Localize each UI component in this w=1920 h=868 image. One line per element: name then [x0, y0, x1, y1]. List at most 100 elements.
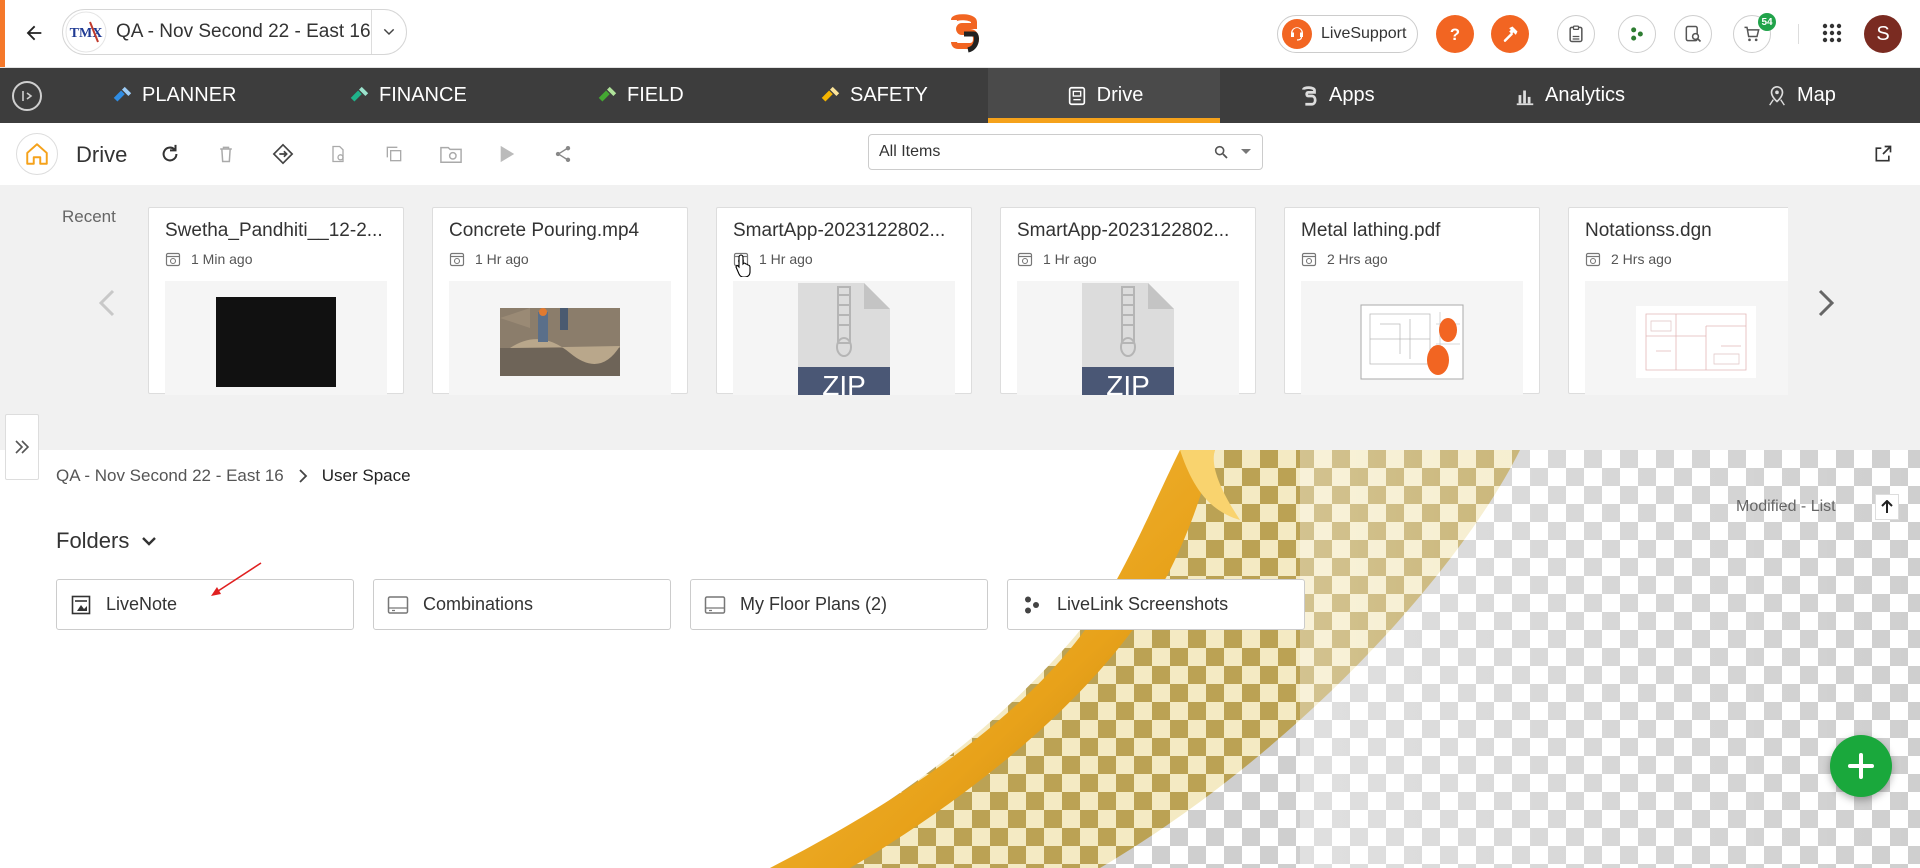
plan-thumbnail [1585, 281, 1788, 395]
share-icon[interactable] [550, 141, 576, 167]
header-divider [1798, 24, 1799, 44]
nav-apps[interactable]: Apps [1297, 68, 1375, 123]
card-title: Concrete Pouring.mp4 [449, 220, 640, 241]
hand-cursor-icon [735, 254, 751, 277]
help-button[interactable]: ? [1436, 15, 1474, 53]
zip-thumbnail: ZIP [1017, 281, 1239, 395]
add-fab-button[interactable] [1830, 735, 1892, 797]
document-search-button[interactable] [1674, 15, 1712, 53]
chevron-right-icon [298, 469, 308, 483]
tray-icon [704, 594, 726, 616]
livelink-button[interactable] [1618, 15, 1656, 53]
photo-thumbnail [449, 281, 671, 395]
item-filter-select[interactable]: All Items [868, 134, 1263, 170]
delete-icon[interactable] [213, 141, 239, 167]
recent-file-card[interactable]: Concrete Pouring.mp4 1 Hr ago [432, 207, 688, 395]
nav-map-label: Map [1797, 84, 1836, 106]
recent-file-card[interactable]: Metal lathing.pdf 2 Hrs ago [1284, 207, 1540, 395]
breadcrumb: QA - Nov Second 22 - East 16 User Space [56, 466, 411, 486]
folder-combinations[interactable]: Combinations [373, 579, 671, 630]
livelink-icon [1021, 594, 1043, 616]
folders-heading[interactable]: Folders [56, 528, 157, 554]
sort-arrow-up-icon[interactable] [1875, 494, 1899, 520]
search-icon[interactable] [1208, 139, 1234, 165]
card-meta: 1 Hr ago [449, 251, 529, 267]
folder-camera-icon[interactable] [438, 141, 464, 167]
nav-finance[interactable]: FINANCE [347, 68, 467, 123]
zip-label: ZIP [822, 370, 866, 395]
back-arrow-icon[interactable] [18, 17, 50, 49]
headset-icon [1282, 19, 1312, 49]
carousel-next-icon[interactable] [1813, 286, 1839, 320]
breadcrumb-root-link[interactable]: QA - Nov Second 22 - East 16 [56, 466, 284, 486]
header-accent-strip [0, 0, 5, 67]
recent-file-card[interactable]: Notationss.dgn 2 Hrs ago [1568, 207, 1788, 395]
card-time: 2 Hrs ago [1611, 251, 1672, 267]
nav-analytics-label: Analytics [1545, 84, 1626, 106]
tray-icon [387, 594, 409, 616]
card-title: Metal lathing.pdf [1301, 220, 1441, 241]
planner-icon [110, 84, 134, 108]
nav-safety-label: SAFETY [850, 84, 928, 106]
plus-icon [1848, 753, 1874, 779]
sort-mode-label[interactable]: Modified - List [1736, 498, 1836, 516]
question-icon: ? [1450, 25, 1460, 44]
home-icon[interactable] [16, 133, 58, 175]
card-title: Notationss.dgn [1585, 220, 1712, 241]
livesupport-label: LiveSupport [1321, 25, 1407, 42]
zip-thumbnail: ZIP [733, 281, 955, 395]
document-search-icon [1685, 25, 1702, 43]
project-selector[interactable]: TMX QA - Nov Second 22 - East 16 [62, 9, 407, 55]
zip-label: ZIP [1106, 370, 1150, 395]
recent-file-card[interactable]: SmartApp-2023122802... 1 Hr ago ZIP [716, 207, 972, 395]
nav-map[interactable]: Map [1765, 68, 1836, 123]
play-icon[interactable] [494, 141, 520, 167]
notifications-button[interactable]: 54 [1733, 13, 1776, 53]
open-external-icon[interactable] [1870, 141, 1896, 167]
caret-down-icon[interactable] [1234, 139, 1258, 165]
drawing-thumbnail [1301, 281, 1523, 395]
livesupport-button[interactable]: LiveSupport [1277, 15, 1418, 53]
nav-safety[interactable]: SAFETY [818, 68, 928, 123]
nav-field[interactable]: FIELD [595, 68, 684, 123]
folder-my-floor-plans[interactable]: My Floor Plans (2) [690, 579, 988, 630]
app-grid-icon[interactable] [1817, 18, 1847, 48]
clipboard-button[interactable] [1557, 15, 1595, 53]
clock-calendar-icon [1585, 252, 1601, 267]
nav-drive[interactable]: Drive [988, 68, 1220, 123]
toolbar-title: Drive [76, 142, 128, 167]
video-thumbnail [165, 281, 387, 395]
carousel-prev-icon[interactable] [94, 286, 120, 320]
move-icon[interactable] [270, 141, 296, 167]
recent-file-card[interactable]: Swetha_Pandhiti__12-2... 1 Min ago [148, 207, 404, 395]
filter-value: All Items [879, 143, 941, 160]
folder-livelink-screenshots[interactable]: LiveLink Screenshots [1007, 579, 1305, 630]
recent-file-card[interactable]: SmartApp-2023122802... 1 Hr ago ZIP [1000, 207, 1256, 395]
field-icon [595, 84, 619, 108]
card-title: SmartApp-2023122802... [733, 220, 946, 241]
duplicate-icon[interactable] [381, 141, 407, 167]
nav-planner[interactable]: PLANNER [110, 68, 236, 123]
user-avatar[interactable]: S [1864, 15, 1902, 53]
recent-label: Recent [62, 207, 116, 226]
clock-calendar-icon [449, 252, 465, 267]
expand-panel-icon[interactable] [5, 414, 39, 480]
hammer-button[interactable] [1491, 15, 1529, 53]
project-logo: TMX [64, 10, 108, 54]
recent-cards-track: Swetha_Pandhiti__12-2... 1 Min ago Concr… [148, 207, 1788, 395]
nav-analytics[interactable]: Analytics [1513, 68, 1625, 123]
apps-icon [1297, 84, 1321, 108]
card-meta: 2 Hrs ago [1301, 251, 1388, 267]
refresh-icon[interactable] [157, 141, 183, 167]
nav-toggle-icon[interactable] [12, 81, 42, 111]
file-copy-icon[interactable] [325, 141, 351, 167]
finance-icon [347, 84, 371, 108]
card-time: 1 Hr ago [475, 251, 529, 267]
module-nav-bar: PLANNER FINANCE FIELD SAFETY Drive Apps … [0, 68, 1920, 123]
folders-heading-label: Folders [56, 528, 130, 553]
folder-label: LiveLink Screenshots [1057, 594, 1229, 614]
nav-apps-label: Apps [1329, 84, 1375, 106]
chevron-down-icon[interactable] [370, 10, 406, 54]
safety-icon [818, 84, 842, 108]
notification-badge: 54 [1758, 13, 1776, 31]
